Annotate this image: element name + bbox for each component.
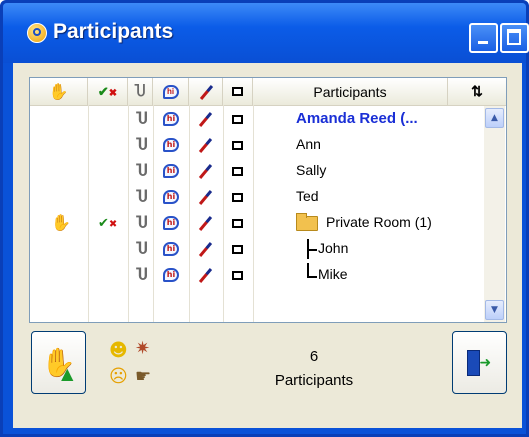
microphone-icon[interactable]: Ⴎ [136, 136, 148, 154]
app-icon [27, 23, 47, 43]
participants-window: Participants ✋ ✔✖ Ⴎ hi Participants ⇅ Ⴎh… [0, 0, 529, 437]
participant-name[interactable]: Amanda Reed (... [296, 110, 418, 127]
sort-button[interactable]: ⇅ [448, 78, 506, 105]
smile-icon[interactable]: ☻ [109, 341, 128, 361]
title-bar[interactable]: Participants [3, 3, 529, 63]
participant-row[interactable]: Ⴎhi John [30, 237, 506, 263]
applause-icon[interactable]: ✷ [135, 339, 150, 359]
window-checkbox[interactable] [232, 271, 243, 280]
tree-connector [307, 263, 317, 278]
participant-row[interactable]: Ⴎhi Amanda Reed (... [30, 107, 506, 133]
window-checkbox[interactable] [232, 115, 243, 124]
approve-deny-icon[interactable]: ✔✖ [98, 215, 117, 234]
minimize-button[interactable] [469, 23, 498, 53]
chat-icon[interactable]: hi [163, 164, 179, 178]
participant-name[interactable]: Ted [296, 188, 319, 204]
header-pen[interactable] [189, 78, 223, 105]
header-window[interactable] [223, 78, 253, 105]
raise-hand-button[interactable]: ✋ ▲ [31, 331, 86, 394]
participant-name[interactable]: Private Room (1) [326, 214, 432, 230]
client-area: ✋ ✔✖ Ⴎ hi Participants ⇅ Ⴎhi Amanda Reed … [13, 63, 522, 428]
pen-icon[interactable] [198, 138, 212, 152]
participant-name[interactable]: John [318, 240, 348, 256]
tree-connector [307, 239, 317, 259]
participant-name[interactable]: Mike [318, 266, 348, 282]
participants-list: ✋ ✔✖ Ⴎ hi Participants ⇅ Ⴎhi Amanda Reed … [29, 77, 507, 323]
participant-name[interactable]: Ann [296, 136, 321, 152]
participant-row[interactable]: Ⴎhi Ann [30, 133, 506, 159]
chat-icon[interactable]: hi [163, 138, 179, 152]
pen-icon[interactable] [198, 268, 212, 282]
header-hand[interactable]: ✋ [30, 78, 88, 105]
header-mic[interactable]: Ⴎ [128, 78, 153, 105]
scroll-up-button[interactable]: ▲ [485, 108, 504, 128]
leave-meeting-button[interactable]: ➜ [452, 331, 507, 394]
vertical-scrollbar[interactable]: ▲ ▼ [484, 106, 505, 322]
sort-icon: ⇅ [471, 83, 483, 99]
count-label: Participants [274, 372, 354, 389]
participant-row[interactable]: Ⴎhi Sally [30, 159, 506, 185]
count-number: 6 [309, 348, 319, 365]
microphone-icon[interactable]: Ⴎ [136, 162, 148, 180]
header-approve[interactable]: ✔✖ [88, 78, 128, 105]
pen-icon[interactable] [198, 242, 212, 256]
folder-icon [296, 213, 318, 231]
participant-row[interactable]: ✋ ✔✖ Ⴎhi Private Room (1) [30, 211, 506, 237]
thumbs-icon[interactable]: ☛ [135, 367, 151, 387]
participants-column-label: Participants [313, 83, 387, 100]
participant-row[interactable]: Ⴎhi Ted [30, 185, 506, 211]
window-checkbox[interactable] [232, 193, 243, 202]
window-checkbox[interactable] [232, 219, 243, 228]
chat-icon: hi [162, 84, 179, 99]
window-checkbox[interactable] [232, 141, 243, 150]
chat-icon[interactable]: hi [163, 112, 179, 126]
chat-icon[interactable]: hi [163, 216, 179, 230]
window-checkbox[interactable] [232, 167, 243, 176]
scroll-down-button[interactable]: ▼ [485, 300, 504, 320]
microphone-icon[interactable]: Ⴎ [136, 266, 148, 284]
pen-icon[interactable] [198, 190, 212, 204]
window-icon [232, 87, 243, 96]
pen-icon[interactable] [198, 112, 212, 126]
header-chat[interactable]: hi [153, 78, 189, 105]
header-participants[interactable]: Participants [253, 78, 448, 105]
window-checkbox[interactable] [232, 245, 243, 254]
raise-hand-icon: ✋ [48, 83, 69, 101]
chat-icon[interactable]: hi [163, 242, 179, 256]
microphone-icon[interactable]: Ⴎ [136, 188, 148, 206]
approve-deny-icon: ✔✖ [97, 83, 118, 99]
participant-row[interactable]: Ⴎhi Mike [30, 263, 506, 289]
pen-icon[interactable] [198, 216, 212, 230]
maximize-button[interactable] [500, 23, 529, 53]
participant-name[interactable]: Sally [296, 162, 326, 178]
raised-hand-icon: ✋ [51, 213, 71, 232]
chat-icon[interactable]: hi [163, 268, 179, 282]
pen-icon[interactable] [198, 164, 212, 178]
raise-hand-button-icon: ✋ ▲ [41, 346, 76, 383]
list-header: ✋ ✔✖ Ⴎ hi Participants ⇅ [30, 78, 506, 106]
microphone-icon: Ⴎ [134, 83, 146, 99]
participant-count: 6 Participants [249, 345, 379, 393]
confused-icon[interactable]: ☹ [109, 367, 128, 387]
microphone-icon[interactable]: Ⴎ [136, 110, 148, 128]
window-title: Participants [53, 20, 174, 43]
footer-panel: ✋ ▲ ☻ ✷ ☹ ☛ 6 Participants ➜ [29, 331, 507, 413]
chat-icon[interactable]: hi [163, 190, 179, 204]
microphone-icon[interactable]: Ⴎ [136, 214, 148, 232]
exit-door-icon: ➜ [465, 348, 495, 378]
microphone-icon[interactable]: Ⴎ [136, 240, 148, 258]
pen-icon [199, 85, 213, 99]
